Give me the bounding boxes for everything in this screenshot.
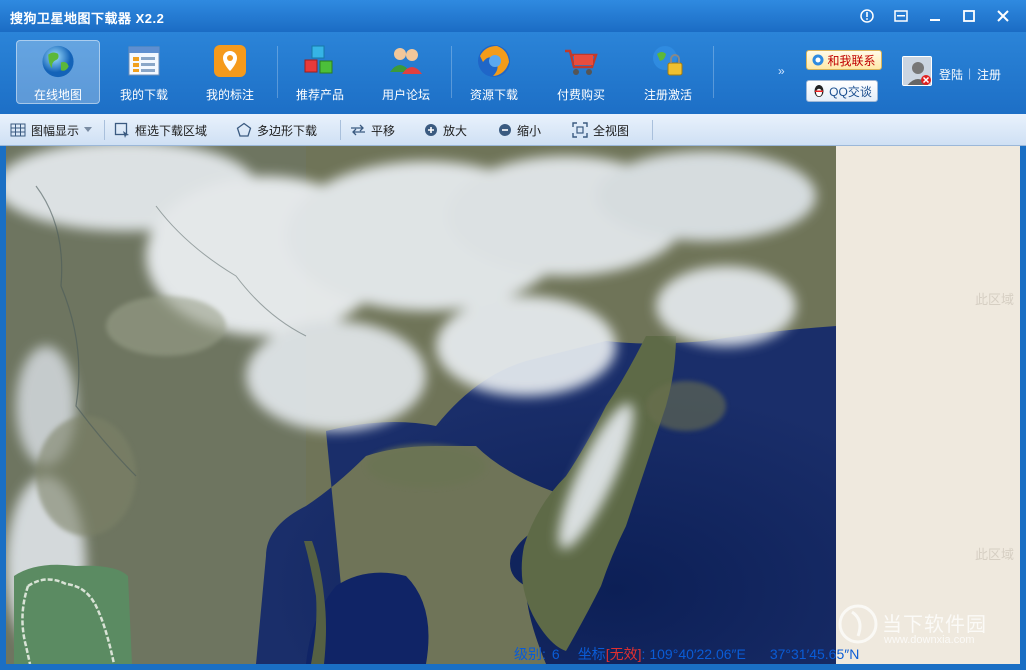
map-pin-icon xyxy=(214,45,246,77)
nav-label: 用户论坛 xyxy=(381,88,430,102)
coord-invalid-badge: [无效] xyxy=(605,646,642,662)
watermark-text: 当下软件园 xyxy=(882,614,987,636)
minimize-icon[interactable] xyxy=(920,4,950,28)
expand-chevron-icon[interactable]: » xyxy=(778,64,785,78)
pan-arrows-icon xyxy=(351,124,365,136)
zoom-level-label: 级别: xyxy=(514,646,546,662)
box-select-icon xyxy=(114,122,129,138)
chat-bubble-icon xyxy=(812,54,824,66)
watermark-logo-icon xyxy=(838,604,878,644)
polygon-label: 多边形下载 xyxy=(257,123,318,138)
zoom-out-button[interactable]: 缩小 xyxy=(498,121,541,139)
nav-user-forum[interactable]: 用户论坛 xyxy=(364,40,448,104)
nav-label: 我的标注 xyxy=(205,88,254,102)
contact-label: 和我联系 xyxy=(827,53,876,68)
no-data-area: 此区域 此区域 xyxy=(836,146,1020,664)
chevron-down-icon xyxy=(84,127,93,132)
menu-icon[interactable] xyxy=(886,4,916,28)
nav-purchase[interactable]: 付费购买 xyxy=(539,40,623,104)
zoom-in-label: 放大 xyxy=(443,123,468,138)
full-view-icon xyxy=(572,122,588,138)
nav-recommended[interactable]: 推荐产品 xyxy=(278,40,362,104)
nav-resource-download[interactable]: 资源下载 xyxy=(452,40,536,104)
grid-icon xyxy=(10,123,26,137)
users-icon xyxy=(390,48,422,74)
no-data-label: 此区域 xyxy=(974,547,1014,562)
close-icon[interactable] xyxy=(988,4,1018,28)
nav-online-map[interactable]: 在线地图 xyxy=(16,40,100,104)
pan-button[interactable]: 平移 xyxy=(350,121,395,139)
longitude-value: 109°40′22.06″E xyxy=(649,646,746,662)
qq-label: QQ交谈 xyxy=(829,84,872,99)
toolbar-divider xyxy=(104,120,105,140)
latitude-value: 37°31′45.65″N xyxy=(769,646,860,662)
main-toolbar: 在线地图 我的下载 我的标注 推荐产品 用户论坛 资源下载 付费购买 注册激活 … xyxy=(0,32,1026,114)
link-separator: | xyxy=(968,66,972,80)
register-link[interactable]: 注册 xyxy=(977,66,1001,83)
frame-display-label: 图幅显示 xyxy=(31,123,80,138)
nav-label: 我的下载 xyxy=(119,88,168,102)
full-view-label: 全视图 xyxy=(593,123,630,138)
qq-penguin-icon xyxy=(814,85,824,97)
lock-globe-icon xyxy=(653,46,683,76)
info-icon[interactable] xyxy=(852,4,882,28)
nav-label: 资源下载 xyxy=(469,88,518,102)
pentagon-icon xyxy=(236,122,252,137)
map-view[interactable]: 此区域 此区域 当下软件园 www.downxia.com xyxy=(6,146,1020,664)
watermark-url: www.downxia.com xyxy=(884,634,975,646)
satellite-map-image[interactable] xyxy=(6,146,836,664)
nav-label: 推荐产品 xyxy=(295,88,344,102)
nav-my-markers[interactable]: 我的标注 xyxy=(188,40,272,104)
app-title: 搜狗卫星地图下载器 X2.2 xyxy=(10,11,165,26)
pan-label: 平移 xyxy=(371,123,396,138)
window-controls xyxy=(852,4,1018,28)
globe-icon xyxy=(42,45,74,78)
shopping-cart-icon xyxy=(565,49,598,75)
toolbar-divider xyxy=(340,120,341,140)
full-view-button[interactable]: 全视图 xyxy=(572,121,629,139)
nav-label: 注册激活 xyxy=(643,88,692,102)
coord-label: 坐标 xyxy=(577,646,606,662)
site-watermark: 当下软件园 www.downxia.com xyxy=(836,602,1016,652)
download-list-icon xyxy=(128,46,160,76)
zoom-in-button[interactable]: 放大 xyxy=(424,121,467,139)
contact-me-button[interactable]: 和我联系 xyxy=(806,50,882,70)
nav-label: 在线地图 xyxy=(33,88,82,102)
zoom-level-value: 6 xyxy=(551,646,560,662)
zoom-out-icon xyxy=(499,124,511,136)
firefox-globe-icon xyxy=(478,45,510,77)
window-bottom-border xyxy=(0,664,1026,670)
no-data-label: 此区域 xyxy=(974,292,1014,307)
maximize-icon[interactable] xyxy=(954,4,984,28)
nav-my-downloads[interactable]: 我的下载 xyxy=(102,40,186,104)
box-select-label: 框选下载区域 xyxy=(135,123,208,138)
box-select-button[interactable]: 框选下载区域 xyxy=(114,121,207,139)
title-bar: 搜狗卫星地图下载器 X2.2 xyxy=(0,0,1026,32)
qq-chat-button[interactable]: QQ交谈 xyxy=(806,80,878,102)
avatar[interactable] xyxy=(902,56,932,86)
zoom-out-label: 缩小 xyxy=(517,123,542,138)
nav-register-activate[interactable]: 注册激活 xyxy=(626,40,710,104)
zoom-in-icon xyxy=(425,124,437,136)
toolbar-divider xyxy=(713,46,714,98)
login-link[interactable]: 登陆 xyxy=(939,66,963,83)
cubes-icon xyxy=(304,45,333,74)
user-avatar-icon xyxy=(903,57,931,85)
map-toolbar: 图幅显示 框选下载区域 多边形下载 平移 放大 缩小 全视图 xyxy=(0,114,1026,146)
toolbar-divider xyxy=(652,120,653,140)
nav-label: 付费购买 xyxy=(556,88,605,102)
polygon-download-button[interactable]: 多边形下载 xyxy=(236,121,317,139)
status-bar: 级别: 6 坐标 [无效] : 109°40′22.06″E 37°31′45.… xyxy=(514,644,859,664)
frame-display-dropdown[interactable]: 图幅显示 xyxy=(10,121,93,139)
coord-colon: : xyxy=(641,646,646,662)
